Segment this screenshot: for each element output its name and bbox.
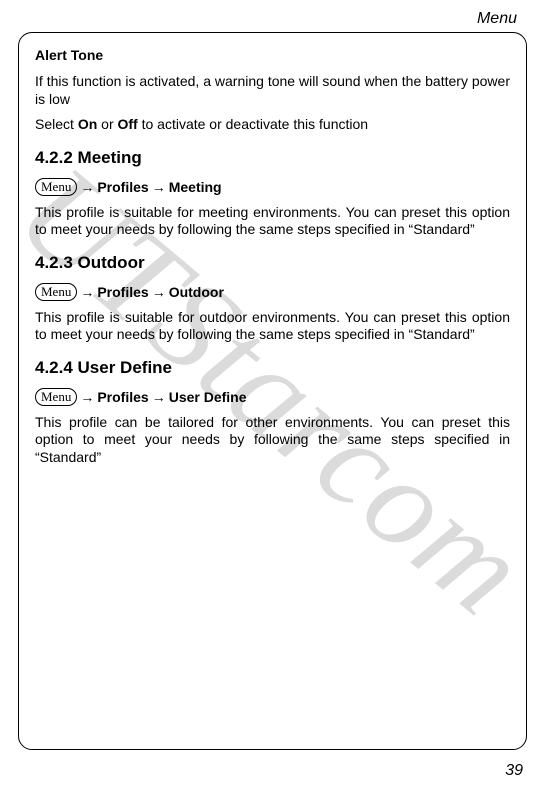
nav-outdoor: Outdoor — [169, 284, 224, 300]
section-422-body: This profile is suitable for meeting env… — [35, 204, 510, 239]
section-423-heading: 4.2.3 Outdoor — [35, 253, 510, 273]
arrow-icon: → — [79, 389, 95, 405]
menu-button-icon: Menu — [35, 388, 77, 406]
nav-profiles: Profiles — [97, 284, 148, 300]
page: Menu UTStarcom Alert Tone If this functi… — [0, 0, 545, 790]
menu-button-icon: Menu — [35, 283, 77, 301]
section-422-heading: 4.2.2 Meeting — [35, 148, 510, 168]
content: Alert Tone If this function is activated… — [35, 47, 510, 466]
nav-profiles: Profiles — [97, 179, 148, 195]
alert-tone-paragraph-2: Select On or Off to activate or deactiva… — [35, 116, 510, 134]
section-424-heading: 4.2.4 User Define — [35, 358, 510, 378]
section-422-navpath: Menu→Profiles→Meeting — [35, 178, 510, 196]
text-fragment: to activate or deactivate this function — [138, 116, 368, 132]
section-423-body: This profile is suitable for outdoor env… — [35, 309, 510, 344]
menu-button-icon: Menu — [35, 178, 77, 196]
option-off: Off — [118, 116, 138, 132]
text-fragment: Select — [35, 116, 78, 132]
section-424-body: This profile can be tailored for other e… — [35, 414, 510, 467]
section-423-navpath: Menu→Profiles→Outdoor — [35, 283, 510, 301]
arrow-icon: → — [151, 389, 167, 405]
arrow-icon: → — [79, 284, 95, 300]
nav-meeting: Meeting — [169, 179, 222, 195]
alert-tone-heading: Alert Tone — [35, 47, 510, 63]
page-number: 39 — [505, 762, 523, 780]
text-fragment: or — [97, 116, 117, 132]
arrow-icon: → — [151, 284, 167, 300]
section-424-navpath: Menu→Profiles→User Define — [35, 388, 510, 406]
header-section-title: Menu — [18, 8, 527, 32]
arrow-icon: → — [79, 179, 95, 195]
nav-profiles: Profiles — [97, 389, 148, 405]
content-frame: UTStarcom Alert Tone If this function is… — [18, 32, 527, 750]
option-on: On — [78, 116, 97, 132]
alert-tone-paragraph-1: If this function is activated, a warning… — [35, 73, 510, 108]
arrow-icon: → — [151, 179, 167, 195]
nav-user-define: User Define — [169, 389, 247, 405]
